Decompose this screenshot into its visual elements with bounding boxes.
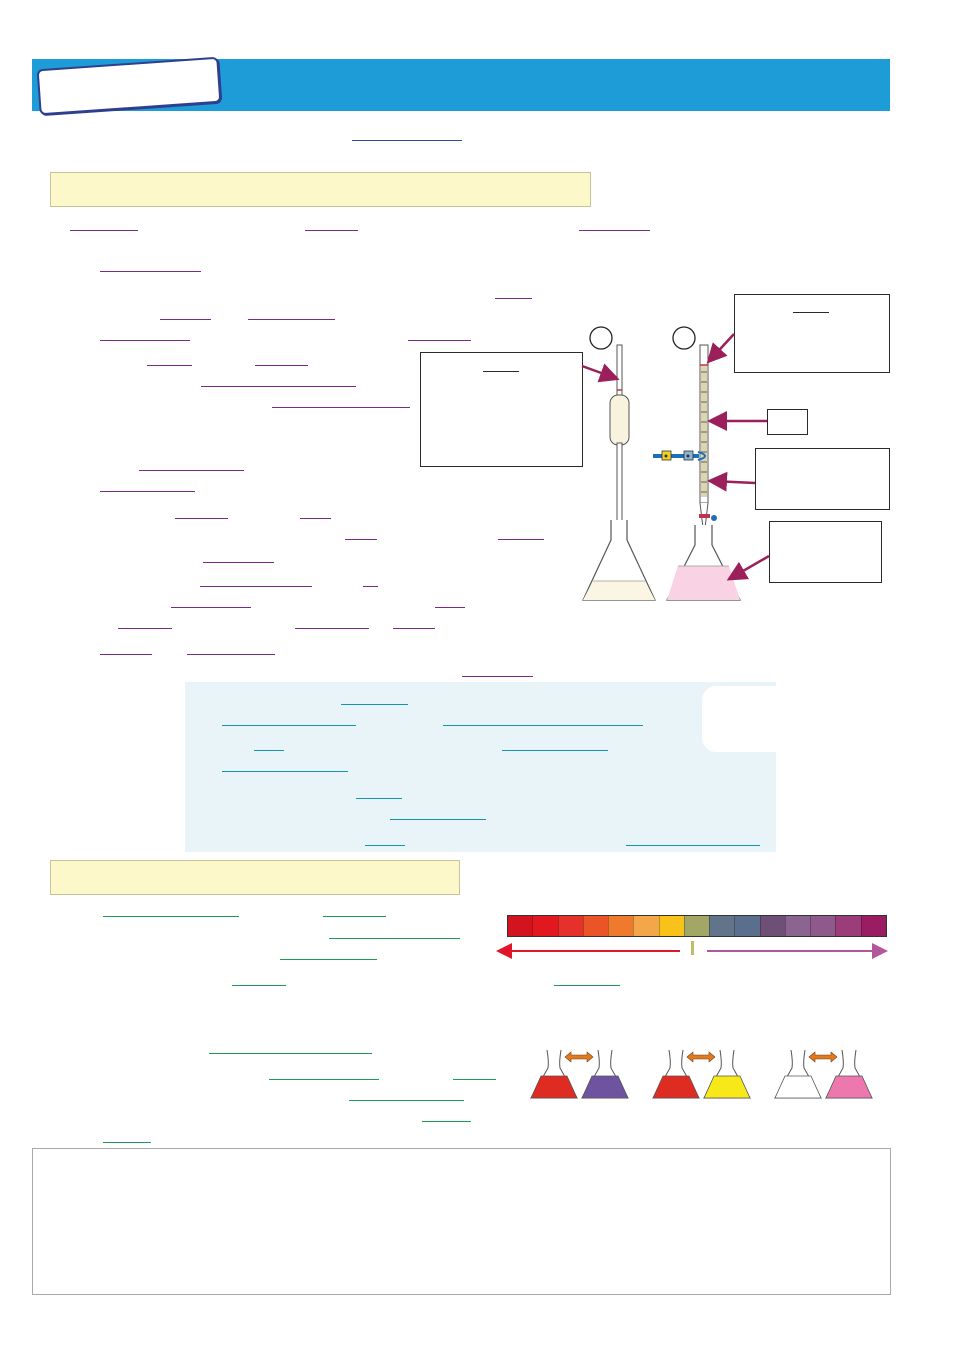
small-flask-icon (530, 1049, 578, 1099)
blank[interactable] (171, 607, 251, 608)
blank[interactable] (356, 798, 402, 799)
blank[interactable] (329, 938, 460, 939)
blank[interactable] (498, 539, 544, 540)
pipette-label-box[interactable] (420, 352, 583, 467)
blank[interactable] (203, 562, 274, 563)
ph-scale-segment (860, 916, 886, 936)
blank[interactable] (422, 1121, 471, 1122)
blank[interactable] (349, 1100, 464, 1101)
blank[interactable] (103, 1142, 151, 1143)
blank[interactable] (345, 539, 377, 540)
section-title-bar-titration (50, 172, 591, 207)
ph-scale-segment (532, 916, 558, 936)
ph-scale-segment (709, 916, 735, 936)
blank[interactable] (201, 386, 356, 387)
neutral-marker (691, 941, 694, 955)
blank[interactable] (453, 1079, 496, 1080)
ph-scale-segment (633, 916, 659, 936)
section-title-bar-indicators (50, 860, 460, 895)
double-arrow-icon (808, 1051, 838, 1063)
ph-scale-segment (608, 916, 634, 936)
conical-flask-icon (666, 525, 741, 601)
blank[interactable] (626, 845, 760, 846)
tap-label-box[interactable] (755, 448, 890, 510)
small-flask-icon (581, 1049, 629, 1099)
blank[interactable] (147, 365, 192, 366)
blank[interactable] (175, 518, 228, 519)
blank[interactable] (483, 371, 519, 372)
info-box (185, 682, 776, 852)
blank[interactable] (272, 407, 410, 408)
step-circle-b (672, 326, 696, 350)
ph-scale-segment (734, 916, 760, 936)
blank[interactable] (118, 628, 172, 629)
small-flask-icon (774, 1049, 822, 1099)
blank[interactable] (248, 319, 335, 320)
small-flask-icon (652, 1049, 700, 1099)
blank[interactable] (554, 985, 620, 986)
blank[interactable] (200, 586, 312, 587)
blank[interactable] (393, 628, 435, 629)
blank[interactable] (269, 1079, 379, 1080)
burette-icon (699, 344, 717, 529)
double-arrow-icon (564, 1051, 594, 1063)
info-box-tab (702, 686, 776, 752)
blank[interactable] (443, 725, 643, 726)
blank[interactable] (579, 230, 650, 231)
blank[interactable] (462, 676, 533, 677)
clamp-icon (653, 450, 706, 461)
ph-scale-segment (557, 916, 583, 936)
ph-scale-segment (759, 916, 785, 936)
ph-scale-segment (784, 916, 811, 936)
blank[interactable] (408, 340, 471, 341)
blank[interactable] (502, 750, 608, 751)
ph-scale-segment (683, 916, 710, 936)
flask-label-box[interactable] (769, 521, 882, 583)
pipette-icon (609, 344, 630, 529)
blank[interactable] (103, 916, 239, 917)
blank[interactable] (222, 725, 356, 726)
blank[interactable] (295, 628, 369, 629)
blank-intro[interactable] (352, 140, 462, 141)
ph-scale-segment (658, 916, 684, 936)
ph-scale-segment (835, 916, 861, 936)
blank[interactable] (323, 916, 386, 917)
blank[interactable] (232, 985, 286, 986)
blank[interactable] (341, 704, 408, 705)
blank[interactable] (495, 298, 532, 299)
blank[interactable] (793, 312, 829, 313)
ph-scale-segment (508, 916, 533, 936)
blank[interactable] (255, 365, 308, 366)
blank[interactable] (70, 230, 138, 231)
ph-scale-segment (582, 916, 609, 936)
scale-label-box[interactable] (767, 409, 808, 435)
blank[interactable] (390, 819, 486, 820)
blank[interactable] (363, 586, 378, 587)
step-circle-a (589, 326, 613, 350)
small-flask-icon (825, 1049, 873, 1099)
blank[interactable] (365, 845, 405, 846)
blank[interactable] (100, 491, 195, 492)
conical-flask-icon (582, 520, 656, 601)
blank[interactable] (187, 654, 275, 655)
blank[interactable] (160, 319, 211, 320)
blank[interactable] (100, 654, 152, 655)
notes-box[interactable] (32, 1148, 891, 1295)
blank[interactable] (100, 271, 201, 272)
ph-colour-scale (507, 915, 887, 937)
blank[interactable] (435, 607, 465, 608)
double-arrow-icon (686, 1051, 716, 1063)
burette-label-box[interactable] (734, 294, 890, 373)
blank[interactable] (300, 518, 331, 519)
ph-scale-segment (810, 916, 836, 936)
blank[interactable] (100, 340, 190, 341)
blank[interactable] (254, 750, 284, 751)
blank[interactable] (305, 230, 358, 231)
small-flask-icon (703, 1049, 751, 1099)
blank[interactable] (222, 771, 348, 772)
indicator-flasks (530, 1049, 873, 1099)
blank[interactable] (280, 959, 377, 960)
blank[interactable] (139, 470, 244, 471)
blank[interactable] (209, 1053, 372, 1054)
